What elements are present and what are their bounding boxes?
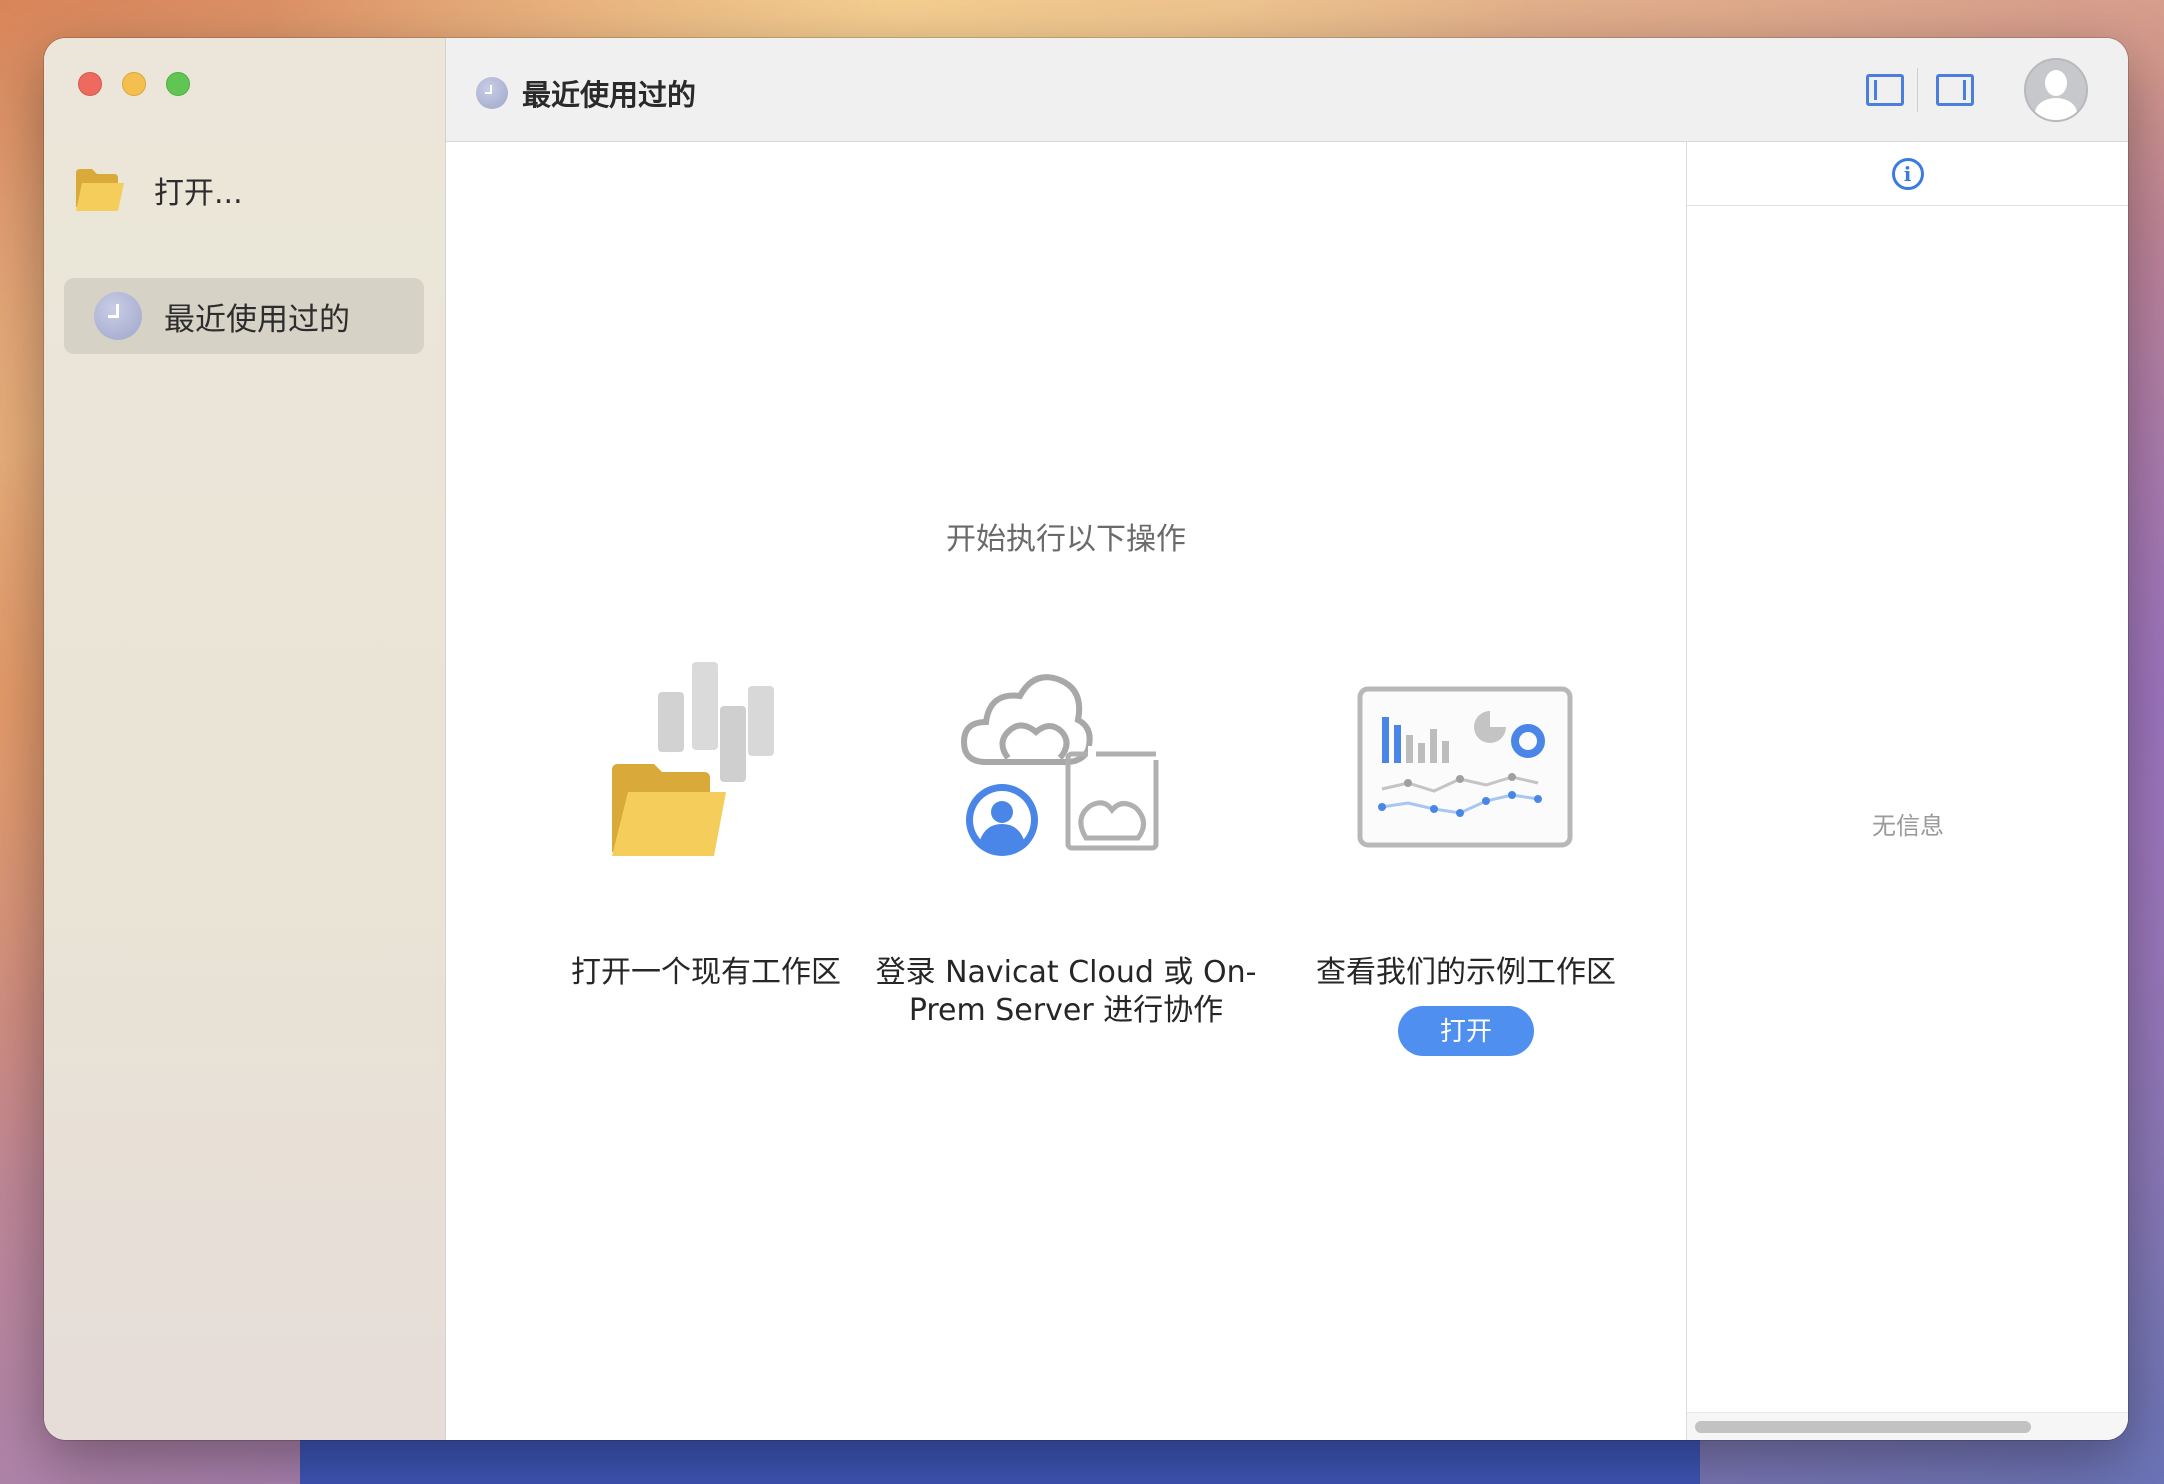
inspector-panel: i 无信息 xyxy=(1686,142,2128,1440)
horizontal-scrollbar[interactable] xyxy=(1687,1412,2128,1440)
page-title: 最近使用过的 xyxy=(522,78,697,112)
minimize-window-button[interactable] xyxy=(122,72,146,96)
sidebar-item-label: 打开... xyxy=(154,176,243,211)
open-workspace-illustration xyxy=(496,652,916,882)
window-controls xyxy=(78,72,190,96)
clock-icon xyxy=(94,292,142,340)
close-window-button[interactable] xyxy=(78,72,102,96)
sample-workspace-illustration xyxy=(1256,652,1676,882)
inspector-tab-bar: i xyxy=(1687,142,2128,206)
clock-icon xyxy=(476,77,508,109)
toolbar-title-group: 最近使用过的 xyxy=(476,72,696,114)
card-label: 登录 Navicat Cloud 或 On- Prem Server 进行协作 xyxy=(856,954,1276,1030)
cloud-collaboration-icon xyxy=(960,674,1160,856)
toggle-left-sidebar-icon[interactable] xyxy=(1866,74,1904,106)
toolbar-divider xyxy=(1917,68,1918,112)
zoom-window-button[interactable] xyxy=(166,72,190,96)
card-label: 查看我们的示例工作区 xyxy=(1316,955,1616,990)
empty-state-text: 无信息 xyxy=(1872,812,1944,840)
info-icon[interactable]: i xyxy=(1891,157,1924,190)
card-label-line: Prem Server 进行协作 xyxy=(908,993,1224,1028)
folder-icon xyxy=(76,169,124,211)
sidebar: 打开... 最近使用过的 xyxy=(44,38,446,1440)
user-avatar-icon[interactable] xyxy=(2024,58,2088,122)
section-heading: 开始执行以下操作 xyxy=(946,522,1186,557)
main-content: 开始执行以下操作 打开一个现有工作区 登录 Navicat Cloud 或 On… xyxy=(446,142,1686,1440)
card-navicat-cloud[interactable]: 登录 Navicat Cloud 或 On- Prem Server 进行协作 xyxy=(856,652,1276,1030)
app-window: 打开... 最近使用过的 最近使用过的 开始执行以下操作 打开一个现有工作区 登… xyxy=(44,38,2128,1440)
dashboard-chart-icon xyxy=(1357,686,1573,848)
card-label-line: 登录 Navicat Cloud 或 On- xyxy=(875,955,1257,990)
card-label: 打开一个现有工作区 xyxy=(571,955,841,990)
open-sample-button[interactable]: 打开 xyxy=(1398,1006,1534,1056)
toggle-right-sidebar-icon[interactable] xyxy=(1936,74,1974,106)
sidebar-item-open[interactable]: 打开... xyxy=(74,160,243,220)
card-sample-workspace[interactable]: 查看我们的示例工作区 打开 xyxy=(1256,652,1676,1056)
open-workspace-icon xyxy=(612,662,774,856)
scrollbar-thumb[interactable] xyxy=(1695,1421,2031,1433)
navicat-cloud-illustration xyxy=(856,652,1276,882)
sidebar-item-label: 最近使用过的 xyxy=(164,301,350,338)
toolbar: 最近使用过的 xyxy=(446,38,2128,142)
sidebar-item-recent[interactable]: 最近使用过的 xyxy=(64,278,424,354)
card-open-workspace[interactable]: 打开一个现有工作区 xyxy=(496,652,916,992)
